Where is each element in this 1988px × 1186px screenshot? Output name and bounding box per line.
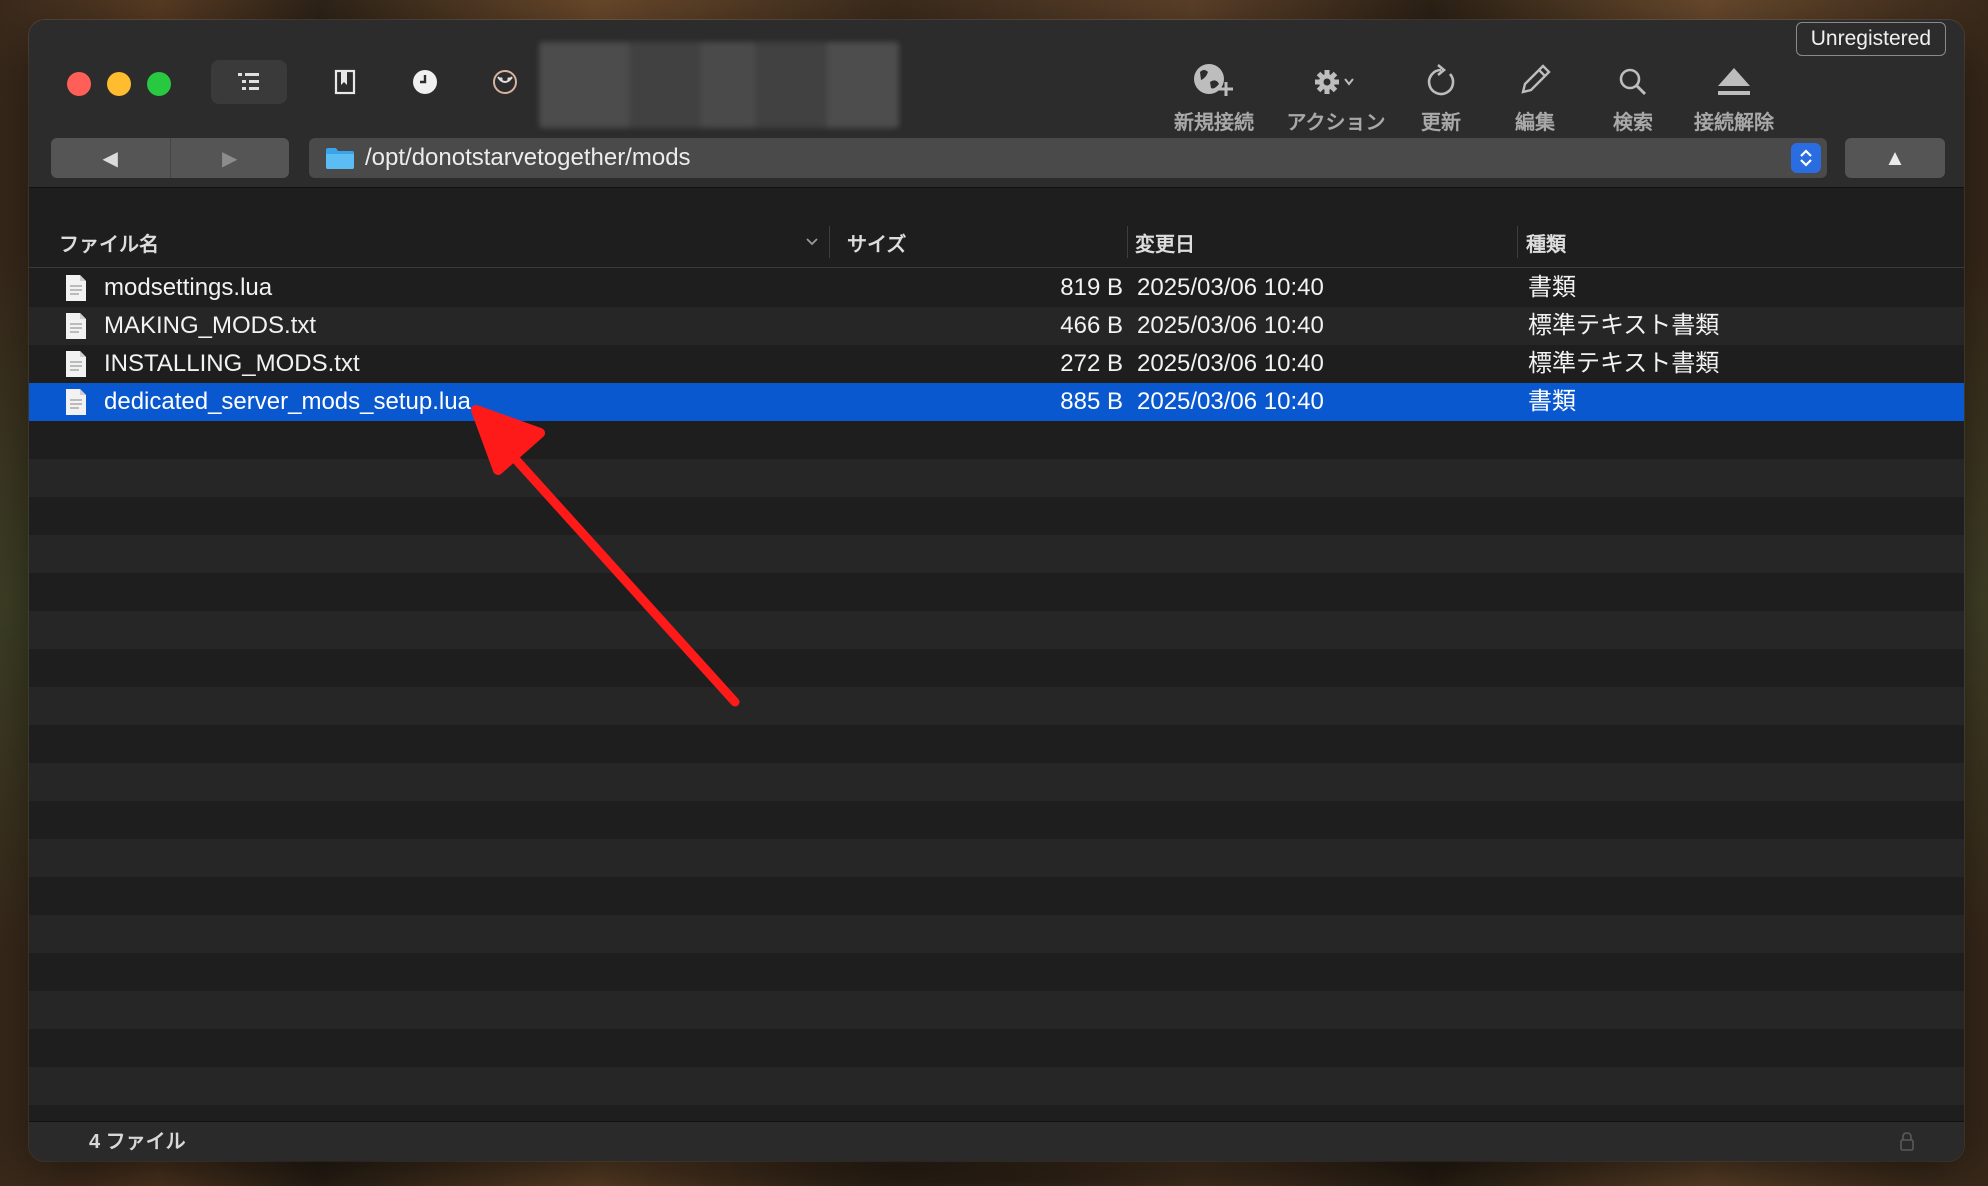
current-path: /opt/donotstarvetogether/mods xyxy=(365,144,691,171)
bonjour-button[interactable] xyxy=(485,60,525,104)
document-icon xyxy=(66,313,86,339)
column-header-kind[interactable]: 種類 xyxy=(1526,216,1566,268)
file-date: 2025/03/06 10:40 xyxy=(1137,312,1324,339)
file-name: dedicated_server_mods_setup.lua xyxy=(104,388,471,415)
back-arrow-icon: ◀ xyxy=(102,147,118,170)
search-label: 検索 xyxy=(1613,112,1653,134)
globe-plus-icon xyxy=(1194,64,1233,96)
file-name: MAKING_MODS.txt xyxy=(104,312,317,339)
column-headers: ファイル名 サイズ 変更日 種類 xyxy=(29,216,1964,268)
gear-icon xyxy=(1315,70,1354,94)
file-kind: 書類 xyxy=(1528,274,1576,301)
column-header-size[interactable]: サイズ xyxy=(847,216,906,268)
file-row-modsettings[interactable]: modsettings.lua 819 B 2025/03/06 10:40 書… xyxy=(29,269,1964,307)
column-header-name[interactable]: ファイル名 xyxy=(59,216,159,268)
disconnect-label: 接続解除 xyxy=(1694,112,1774,134)
unregistered-badge[interactable]: Unregistered xyxy=(1795,22,1946,56)
zoom-window-button[interactable] xyxy=(147,72,171,96)
path-popup[interactable]: /opt/donotstarvetogether/mods xyxy=(309,138,1827,178)
forward-button[interactable]: ▶ xyxy=(169,138,290,178)
file-kind: 標準テキスト書類 xyxy=(1528,350,1720,377)
file-size: 885 B xyxy=(1060,388,1123,415)
redacted-server-info xyxy=(539,42,899,128)
edit-label: 編集 xyxy=(1515,112,1555,134)
file-size: 819 B xyxy=(1060,274,1123,301)
file-row-making-mods[interactable]: MAKING_MODS.txt 466 B 2025/03/06 10:40 標… xyxy=(29,307,1964,345)
new-connection-button[interactable]: 新規接続 xyxy=(1169,58,1259,135)
file-size: 466 B xyxy=(1060,312,1123,339)
toolbar: 新規接続 アクション 更新 編集 検索 接続解除 Unregistered ◀ … xyxy=(29,20,1964,188)
up-arrow-icon: ▲ xyxy=(1884,145,1906,170)
sort-indicator[interactable] xyxy=(805,216,819,268)
file-date: 2025/03/06 10:40 xyxy=(1137,388,1324,415)
refresh-button[interactable]: 更新 xyxy=(1411,58,1471,135)
clock-icon xyxy=(413,70,437,94)
file-kind: 標準テキスト書類 xyxy=(1528,312,1720,339)
file-row-installing-mods[interactable]: INSTALLING_MODS.txt 272 B 2025/03/06 10:… xyxy=(29,345,1964,383)
refresh-icon xyxy=(1427,64,1455,96)
eject-icon xyxy=(1718,68,1750,95)
disconnect-button[interactable]: 接続解除 xyxy=(1689,58,1779,135)
column-divider[interactable] xyxy=(1127,226,1128,258)
forward-arrow-icon: ▶ xyxy=(222,147,238,170)
file-row-dedicated-server-mods-setup[interactable]: dedicated_server_mods_setup.lua 885 B 20… xyxy=(29,383,1964,421)
chevron-down-icon xyxy=(806,238,818,246)
file-name: modsettings.lua xyxy=(104,274,273,301)
bookmarks-button[interactable] xyxy=(325,60,365,104)
document-icon xyxy=(66,389,86,415)
column-divider[interactable] xyxy=(829,226,830,258)
chevron-updown-icon xyxy=(1800,149,1812,167)
pencil-icon xyxy=(1521,64,1551,94)
lock-icon xyxy=(1900,1132,1914,1151)
column-header-date[interactable]: 変更日 xyxy=(1135,216,1195,268)
file-size: 272 B xyxy=(1060,350,1123,377)
search-button[interactable]: 検索 xyxy=(1603,58,1663,135)
action-label: アクション xyxy=(1286,112,1386,134)
refresh-label: 更新 xyxy=(1421,112,1461,134)
column-divider[interactable] xyxy=(1517,226,1518,258)
new-connection-label: 新規接続 xyxy=(1174,112,1254,134)
document-icon xyxy=(66,351,86,377)
status-bar: 4 ファイル xyxy=(29,1121,1964,1161)
file-list: modsettings.lua 819 B 2025/03/06 10:40 書… xyxy=(29,269,1964,421)
path-menu-stepper[interactable] xyxy=(1791,143,1821,173)
back-button[interactable]: ◀ xyxy=(51,138,170,178)
minimize-window-button[interactable] xyxy=(107,72,131,96)
file-name: INSTALLING_MODS.txt xyxy=(104,350,360,377)
outline-list-icon xyxy=(238,73,259,90)
outline-view-button[interactable] xyxy=(211,60,287,104)
back-forward-control: ◀ ▶ xyxy=(51,138,289,178)
file-kind: 書類 xyxy=(1528,388,1576,415)
bookmark-icon xyxy=(334,69,356,95)
file-date: 2025/03/06 10:40 xyxy=(1137,274,1324,301)
edit-button[interactable]: 編集 xyxy=(1505,58,1565,135)
bonjour-icon xyxy=(493,70,517,94)
empty-list-area[interactable] xyxy=(29,421,1964,1121)
file-browser-window: 新規接続 アクション 更新 編集 検索 接続解除 Unregistered ◀ … xyxy=(29,20,1964,1161)
file-date: 2025/03/06 10:40 xyxy=(1137,350,1324,377)
document-icon xyxy=(66,275,86,301)
search-icon xyxy=(1619,68,1647,96)
parent-folder-button[interactable]: ▲ xyxy=(1845,138,1945,178)
action-menu-button[interactable]: アクション xyxy=(1281,58,1391,135)
folder-icon xyxy=(326,148,354,169)
history-button[interactable] xyxy=(405,60,445,104)
file-count: 4 ファイル xyxy=(89,1131,186,1153)
close-window-button[interactable] xyxy=(67,72,91,96)
